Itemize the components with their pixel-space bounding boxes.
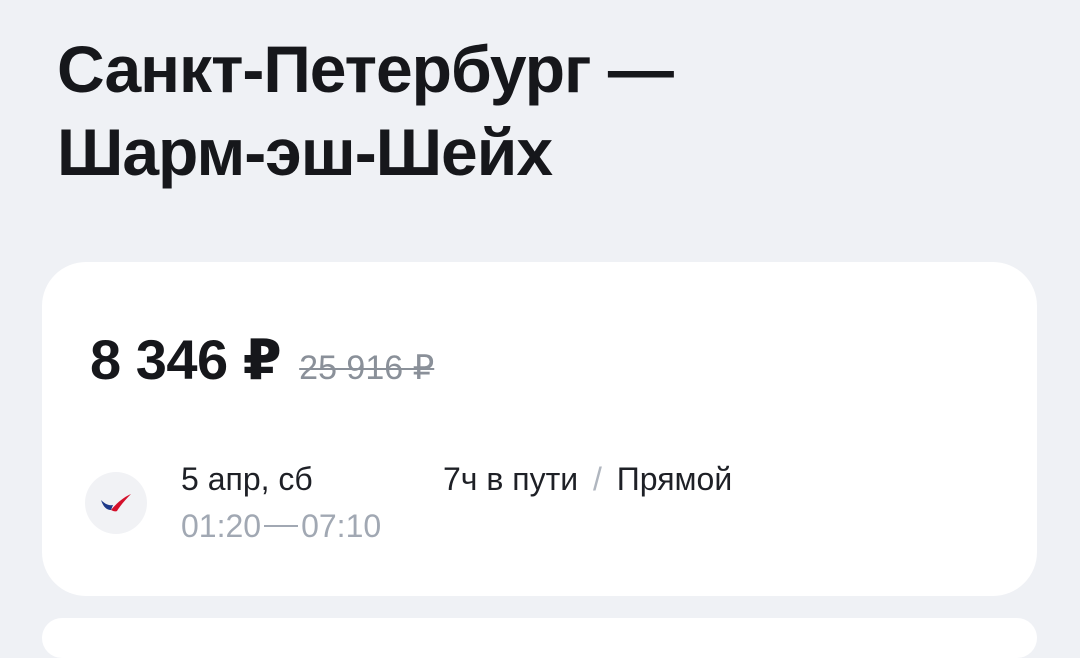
time-separator xyxy=(264,525,299,527)
route-destination: Шарм-эш-Шейх xyxy=(57,115,553,189)
route-origin: Санкт-Петербург — xyxy=(57,32,674,106)
flight-times: 01:20 07:10 xyxy=(181,507,381,545)
ticket-card[interactable]: 8 346 ₽ 25 916 ₽ 5 апр, сб 01:20 07:10 7… xyxy=(42,262,1037,596)
price-current: 8 346 ₽ xyxy=(90,328,282,391)
flight-date: 5 апр, сб xyxy=(181,461,313,497)
flight-stops: Прямой xyxy=(616,461,733,497)
route-title: Санкт-Петербург — Шарм-эш-Шейх xyxy=(57,28,1037,194)
next-ticket-card[interactable] xyxy=(42,618,1037,658)
price-row: 8 346 ₽ 25 916 ₽ xyxy=(90,328,434,392)
flight-duration: 7ч в пути xyxy=(443,461,579,497)
info-separator: / xyxy=(593,461,602,497)
price-old: 25 916 ₽ xyxy=(299,349,435,387)
airline-logo-icon xyxy=(85,472,147,534)
depart-time: 01:20 xyxy=(181,508,262,544)
flight-info: 7ч в пути / Прямой xyxy=(443,460,732,498)
arrive-time: 07:10 xyxy=(301,508,382,544)
